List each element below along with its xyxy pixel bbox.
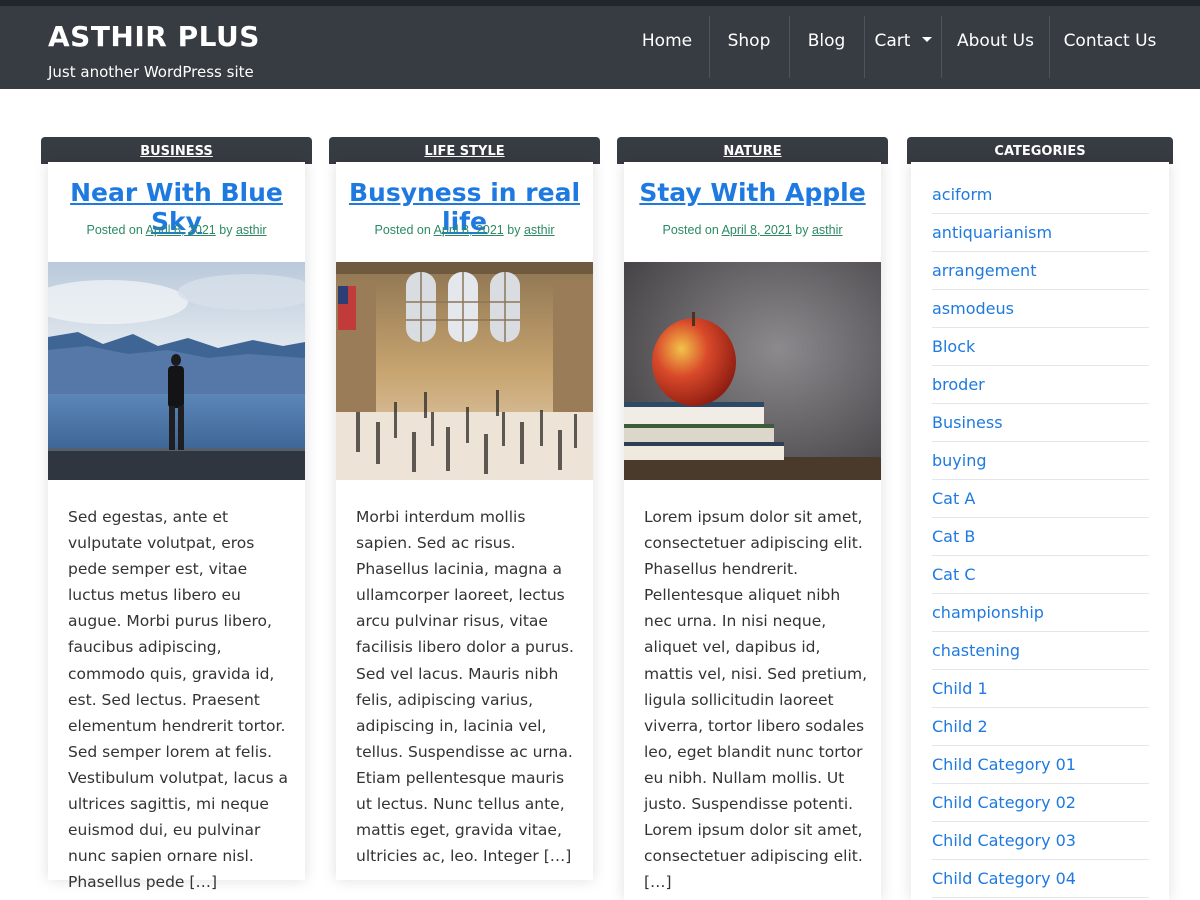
posted-on-label: Posted on [662,223,719,237]
post-excerpt: Morbi interdum mollis sapien. Sed ac ris… [356,508,574,866]
nav-divider [941,16,942,78]
nav-item-blog[interactable]: Blog [791,11,862,71]
post-author-link[interactable]: asthir [236,223,267,237]
nav-item-about-us[interactable]: About Us [943,11,1048,71]
nav-item-cart[interactable]: Cart [866,11,941,71]
category-list: aciform antiquarianism arrangement asmodeus… [932,176,1149,898]
site-header: ASTHIR PLUS Just another WordPress site … [0,6,1200,89]
category-link[interactable]: Child Category 01 [932,746,1149,784]
category-link[interactable]: arrangement [932,252,1149,290]
post-card: Stay With Apple Posted on April 8, 2021 … [624,162,881,900]
category-link[interactable]: Cat C [932,556,1149,594]
category-link[interactable]: Business [932,404,1149,442]
nav-label: Contact Us [1063,31,1157,51]
category-link[interactable]: Child 1 [932,670,1149,708]
category-link[interactable]: championship [932,594,1149,632]
category-link[interactable]: Child Category 04 [932,860,1149,898]
posted-on-label: Posted on [374,223,431,237]
category-link[interactable]: Cat A [932,480,1149,518]
category-link[interactable]: Cat B [932,518,1149,556]
post-author-link[interactable]: asthir [524,223,555,237]
nav-label: Shop [727,31,771,51]
nav-label: Blog [807,31,846,51]
category-link[interactable]: aciform [932,176,1149,214]
nav-divider [864,16,865,78]
post-thumbnail[interactable] [336,262,593,480]
category-link[interactable]: Block [932,328,1149,366]
category-link[interactable]: Child Category 02 [932,784,1149,822]
post-thumbnail[interactable] [48,262,305,480]
sidebar-heading: CATEGORIES [907,137,1173,164]
grand-central-crowd-photo [336,262,593,480]
post-thumbnail[interactable] [624,262,881,480]
post-meta: Posted on April 8, 2021 by asthir [48,223,305,237]
nav-divider [709,16,710,78]
categories-widget: aciform antiquarianism arrangement asmodeus… [911,162,1169,900]
post-date-link[interactable]: April 8, 2021 [722,223,792,237]
posted-on-label: Posted on [86,223,143,237]
post-date-link[interactable]: April 8, 2021 [434,223,504,237]
category-link[interactable]: antiquarianism [932,214,1149,252]
site-title[interactable]: ASTHIR PLUS [48,20,260,53]
post-category-link[interactable]: LIFE STYLE [329,137,600,164]
post-category-link[interactable]: NATURE [617,137,888,164]
nav-divider [1049,16,1050,78]
category-link[interactable]: Child 2 [932,708,1149,746]
post-meta: Posted on April 8, 2021 by asthir [624,223,881,237]
chevron-down-icon[interactable] [922,36,933,42]
post-category-link[interactable]: BUSINESS [41,137,312,164]
post-excerpt: Lorem ipsum dolor sit amet, consectetuer… [644,508,868,892]
man-by-lake-photo [48,262,305,480]
nav-label: Home [641,31,693,51]
post-card: Busyness in real life Posted on April 8,… [336,162,593,880]
post-card: Near With Blue Sky Posted on April 8, 20… [48,162,305,891]
nav-item-contact-us[interactable]: Contact Us [1051,11,1169,71]
post-meta: Posted on April 8, 2021 by asthir [336,223,593,237]
nav-divider [789,16,790,78]
post-excerpt: Sed egestas, ante et vulputate volutpat,… [68,508,288,892]
by-label: by [219,223,233,237]
category-link[interactable]: Child Category 03 [932,822,1149,860]
category-link[interactable]: broder [932,366,1149,404]
by-label: by [795,223,809,237]
category-link[interactable]: buying [932,442,1149,480]
nav-label: Cart [874,31,911,51]
site-tagline: Just another WordPress site [48,63,254,81]
category-link[interactable]: chastening [932,632,1149,670]
post-date-link[interactable]: April 8, 2021 [146,223,216,237]
apple-on-books-photo [624,262,881,480]
nav-item-home[interactable]: Home [627,11,707,71]
nav-label: About Us [957,31,1034,51]
by-label: by [507,223,521,237]
nav-item-shop[interactable]: Shop [711,11,787,71]
post-title-link[interactable]: Stay With Apple [624,178,881,207]
post-author-link[interactable]: asthir [812,223,843,237]
category-link[interactable]: asmodeus [932,290,1149,328]
